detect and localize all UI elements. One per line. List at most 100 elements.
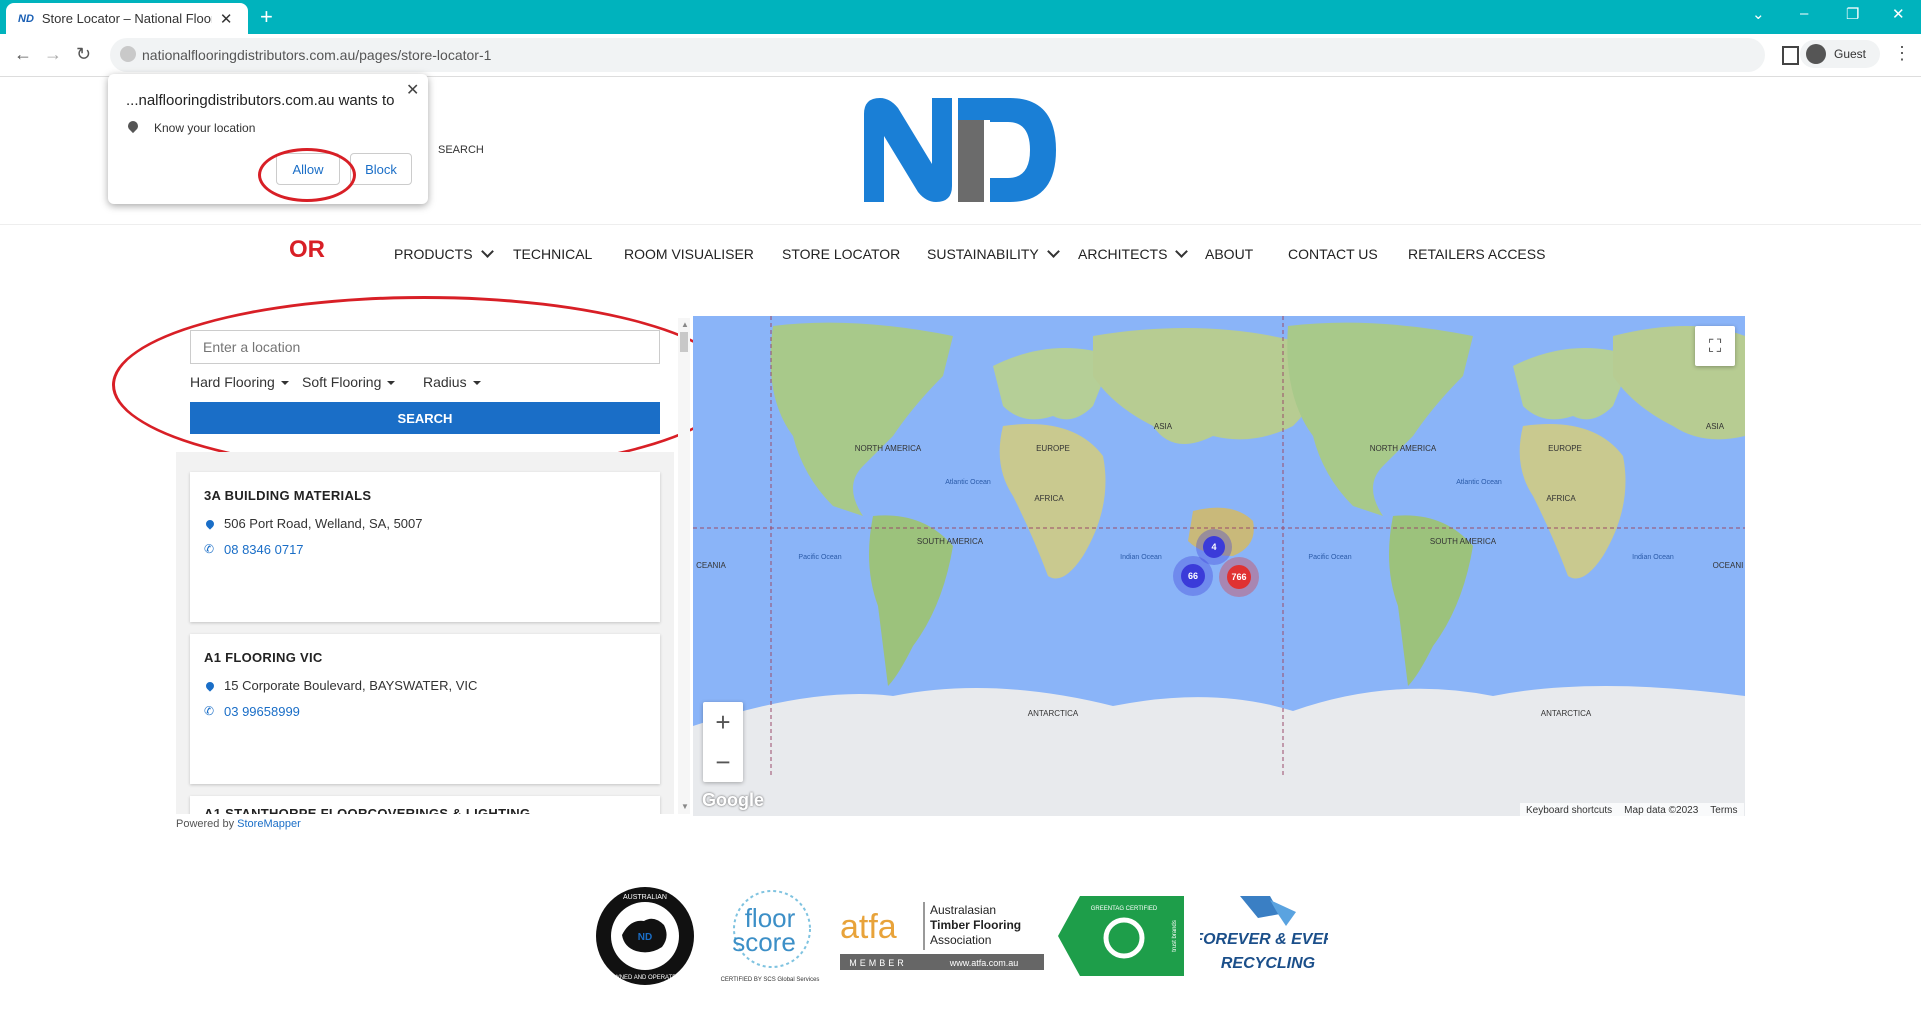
map-data-text: Map data ©2023 <box>1624 804 1699 816</box>
map-pin-icon <box>204 518 216 530</box>
map-label-asia: ASIA <box>1154 422 1173 431</box>
nav-products[interactable]: PRODUCTS <box>394 245 494 262</box>
keyboard-shortcuts-link[interactable]: Keyboard shortcuts <box>1526 805 1612 816</box>
atfa-badge: atfa Australasian Timber Flooring Associ… <box>840 902 1044 970</box>
storemapper-link[interactable]: StoreMapper <box>237 818 301 830</box>
nav-store-locator[interactable]: STORE LOCATOR <box>782 246 900 262</box>
nav-label: TECHNICAL <box>513 246 593 262</box>
chevron-down-icon <box>480 245 494 258</box>
lock-icon[interactable] <box>120 46 136 62</box>
phone-icon: ✆ <box>204 704 215 718</box>
cluster-count: 4 <box>1211 542 1216 552</box>
new-tab-icon[interactable]: + <box>260 4 273 30</box>
back-icon[interactable]: ← <box>14 44 32 65</box>
annotation-circle-allow <box>258 148 356 202</box>
store-address: 506 Port Road, Welland, SA, 5007 <box>224 516 423 531</box>
nav-label: CONTACT US <box>1288 246 1378 262</box>
nav-label: ARCHITECTS <box>1078 246 1168 262</box>
url-text[interactable]: nationalflooringdistributors.com.au/page… <box>142 47 491 63</box>
map-label-antarctica: ANTARCTICA <box>1028 709 1079 718</box>
zoom-out-button[interactable]: − <box>703 742 743 782</box>
annotation-oval-search <box>112 296 736 474</box>
permission-title: ...nalflooringdistributors.com.au wants … <box>126 92 395 109</box>
store-list-scrollbar[interactable] <box>678 318 690 814</box>
store-name[interactable]: A1 FLOORING VIC <box>204 650 323 665</box>
nav-label: PRODUCTS <box>394 246 473 262</box>
map-label-indian: Indian Ocean <box>1120 554 1162 561</box>
close-icon[interactable]: ✕ <box>406 80 419 100</box>
scroll-up-icon[interactable]: ▲ <box>681 320 689 329</box>
forward-icon[interactable]: → <box>44 44 62 65</box>
nav-label: SUSTAINABILITY <box>927 246 1039 262</box>
nav-contact-us[interactable]: CONTACT US <box>1288 246 1378 262</box>
badge-text: atfa <box>840 908 897 946</box>
badge-text: score <box>732 927 796 957</box>
nav-retailers-access[interactable]: RETAILERS ACCESS <box>1408 246 1545 262</box>
map-label-north-america: NORTH AMERICA <box>1370 444 1437 453</box>
nav-about[interactable]: ABOUT <box>1205 246 1253 262</box>
scroll-down-icon[interactable]: ▼ <box>681 802 689 811</box>
map-label-europe: EUROPE <box>1548 444 1582 453</box>
favicon: ND <box>18 12 34 25</box>
map-label-pacific: Pacific Ocean <box>1308 554 1351 561</box>
chevron-down-icon <box>1046 245 1060 258</box>
badge-text: CERTIFIED BY SCS Global Services <box>721 977 820 983</box>
nav-architects[interactable]: ARCHITECTS <box>1078 245 1189 262</box>
map-label-oceania: OCEANI <box>1713 561 1744 570</box>
minimize-icon[interactable]: – <box>1800 5 1808 22</box>
close-window-icon[interactable]: ✕ <box>1892 5 1905 23</box>
store-phone[interactable]: 08 8346 0717 <box>224 542 304 557</box>
zoom-in-button[interactable]: + <box>703 702 743 742</box>
badge-text: MEMBER <box>849 958 907 968</box>
powered-by: Powered by StoreMapper <box>176 818 301 830</box>
map-label-atlantic: Atlantic Ocean <box>1456 479 1502 486</box>
menu-icon[interactable]: ⋮ <box>1893 43 1911 64</box>
map-attribution: Keyboard shortcuts Map data ©2023 Terms <box>1520 803 1744 817</box>
reload-icon[interactable]: ↻ <box>76 44 91 65</box>
scrollbar-thumb[interactable] <box>680 332 688 352</box>
store-card[interactable]: 3A BUILDING MATERIALS 506 Port Road, Wel… <box>190 472 660 622</box>
restore-icon[interactable]: ❐ <box>1846 5 1859 23</box>
store-phone[interactable]: 03 99658999 <box>224 704 300 719</box>
powered-by-text: Powered by <box>176 818 235 830</box>
nav-label: ABOUT <box>1205 246 1254 262</box>
google-logo: Google <box>702 790 764 810</box>
browser-tab[interactable]: ND Store Locator – National Floorin ✕ <box>6 3 248 34</box>
store-name[interactable]: A1 STANTHORPE FLOORCOVERINGS & LIGHTING <box>204 806 530 814</box>
map-label-asia: ASIA <box>1706 422 1725 431</box>
header-search-link[interactable]: SEARCH <box>438 144 484 156</box>
badge-text: FOREVER & EVER <box>1200 931 1328 948</box>
phone-icon: ✆ <box>204 542 215 556</box>
nav-sustainability[interactable]: SUSTAINABILITY <box>927 245 1060 262</box>
store-card[interactable]: A1 FLOORING VIC 15 Corporate Boulevard, … <box>190 634 660 784</box>
map-label-pacific: Pacific Ocean <box>798 554 841 561</box>
map-pin-icon <box>204 680 216 692</box>
map-label-south-america: SOUTH AMERICA <box>917 537 984 546</box>
nav-room-visualiser[interactable]: ROOM VISUALISER <box>624 246 754 262</box>
map-label-oceania: CEANIA <box>696 561 726 570</box>
terms-link[interactable]: Terms <box>1710 805 1737 816</box>
side-panel-icon[interactable] <box>1782 46 1799 65</box>
floorscore-badge: floor score CERTIFIED BY SCS Global Serv… <box>721 890 820 983</box>
nav-technical[interactable]: TECHNICAL <box>513 246 592 262</box>
store-address: 15 Corporate Boulevard, BAYSWATER, VIC <box>224 678 478 693</box>
store-card[interactable]: A1 STANTHORPE FLOORCOVERINGS & LIGHTING <box>190 796 660 814</box>
profile-button[interactable]: Guest <box>1800 40 1880 68</box>
map-label-indian: Indian Ocean <box>1632 554 1674 561</box>
map-label-africa: AFRICA <box>1546 494 1576 503</box>
chevron-down-icon[interactable]: ⌄ <box>1752 5 1765 23</box>
fullscreen-icon[interactable]: ⛶ <box>1695 326 1735 366</box>
close-tab-icon[interactable]: ✕ <box>220 10 233 28</box>
store-name[interactable]: 3A BUILDING MATERIALS <box>204 488 371 503</box>
profile-label: Guest <box>1834 47 1867 61</box>
badge-text: AUSTRALIAN <box>623 894 667 901</box>
badge-text: Timber Flooring <box>930 918 1021 932</box>
chevron-down-icon <box>1175 245 1189 258</box>
forever-recycling-badge: FOREVER & EVER RECYCLING <box>1200 896 1328 972</box>
nfd-logo[interactable] <box>860 94 1060 206</box>
svg-text:ND: ND <box>638 932 652 943</box>
store-list[interactable]: 3A BUILDING MATERIALS 506 Port Road, Wel… <box>176 452 674 814</box>
block-button[interactable]: Block <box>350 153 412 185</box>
map-label-africa: AFRICA <box>1034 494 1064 503</box>
world-map[interactable]: NORTH AMERICA EUROPE ASIA AFRICA SOUTH A… <box>693 316 1745 816</box>
